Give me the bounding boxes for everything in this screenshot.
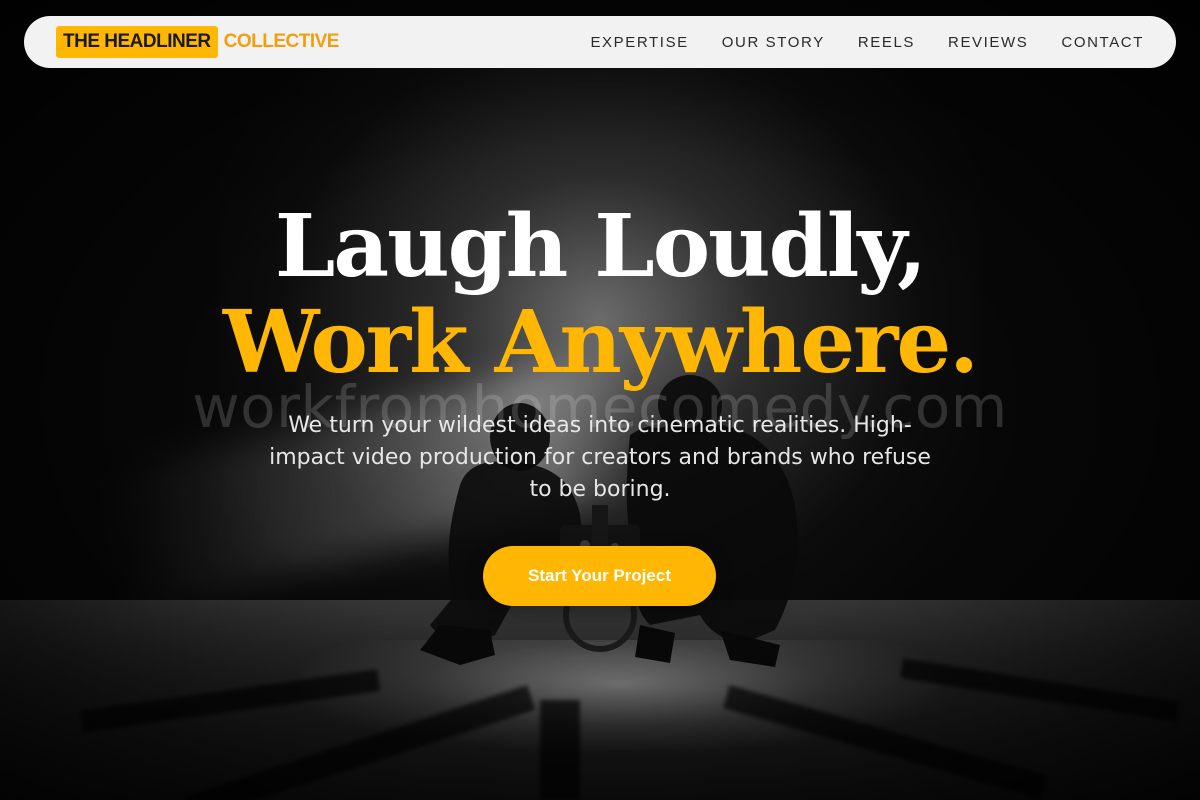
nav-links: EXPERTISE OUR STORY REELS REVIEWS CONTAC… [590,16,1144,68]
nav-link-reels[interactable]: REELS [858,34,915,51]
hero-headline-line-1: Laugh Loudly, [274,196,927,297]
watermark-text: workfromhomecomedy.com [192,373,1008,441]
brand-logo-primary: THE HEADLINER [56,26,218,58]
nav-link-our-story[interactable]: OUR STORY [722,34,825,51]
brand-logo[interactable]: THE HEADLINER COLLECTIVE [56,26,339,58]
landing-page: THE HEADLINER COLLECTIVE EXPERTISE OUR S… [0,0,1200,800]
brand-logo-secondary: COLLECTIVE [223,31,340,52]
nav-link-contact[interactable]: CONTACT [1061,34,1144,51]
start-project-button[interactable]: Start Your Project [483,546,716,606]
nav-link-reviews[interactable]: REVIEWS [948,34,1028,51]
top-navbar: THE HEADLINER COLLECTIVE EXPERTISE OUR S… [24,16,1176,68]
hero-section: Laugh Loudly, Work Anywhere. workfromhom… [0,0,1200,800]
nav-link-expertise[interactable]: EXPERTISE [590,34,688,51]
